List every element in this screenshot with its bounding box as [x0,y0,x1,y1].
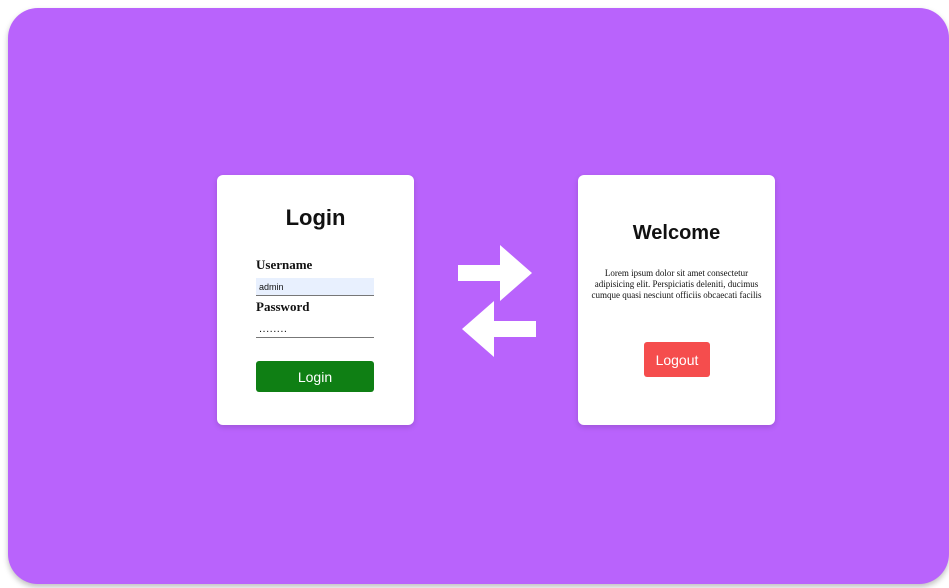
purple-background-panel: Login Username Password Login Welcome Lo… [8,8,949,584]
login-button[interactable]: Login [256,361,374,392]
logout-button[interactable]: Logout [644,342,710,377]
username-input[interactable] [256,278,374,296]
right-arrow-icon [458,245,532,301]
login-card: Login Username Password Login [217,175,414,425]
password-label: Password [256,299,310,314]
left-arrow-icon [462,301,536,357]
login-title: Login [285,205,346,230]
welcome-title: Welcome [632,222,721,244]
password-input[interactable] [256,320,374,338]
welcome-card: Welcome Lorem ipsum dolor sit amet conse… [578,175,775,425]
swap-arrows-icon [458,245,536,357]
username-label: Username [256,257,313,272]
welcome-body-text: Lorem ipsum dolor sit amet consectetur a… [591,268,762,300]
